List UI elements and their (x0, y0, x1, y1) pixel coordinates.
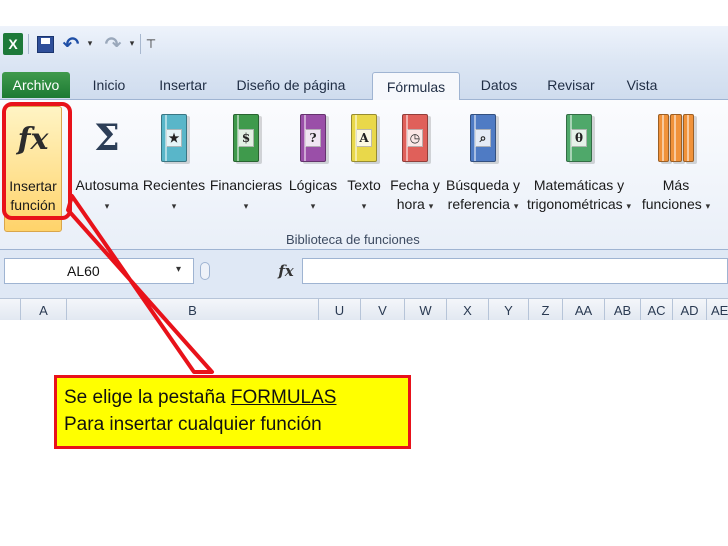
name-box[interactable]: AL60 (4, 258, 194, 284)
name-box-dropdown-icon[interactable]: ▾ (176, 264, 181, 275)
group-label-function-library: Biblioteca de funciones (286, 232, 420, 247)
tab-archivo[interactable]: Archivo (2, 72, 70, 98)
toolbar-separator (28, 34, 29, 54)
autosum-button[interactable]: Σ Autosuma ▾ (74, 106, 140, 236)
ribbon-function-library: fx Insertar función Σ Autosuma ▾ ★ Recient… (0, 100, 728, 250)
text-functions-button[interactable]: A Texto ▾ (342, 106, 386, 236)
column-header[interactable]: A (20, 299, 66, 320)
tab-inicio[interactable]: Inicio (82, 72, 136, 98)
date-time-book-icon: ◷ (397, 110, 433, 166)
column-header[interactable]: AC (640, 299, 672, 320)
column-header[interactable]: X (446, 299, 488, 320)
logical-book-icon: ? (295, 110, 331, 166)
callout-emphasis: FORMULAS (230, 387, 337, 408)
financial-functions-button[interactable]: $ Financieras ▾ (208, 106, 284, 236)
column-header[interactable]: AB (604, 299, 640, 320)
more-functions-button[interactable]: Más funciones ▾ (636, 106, 716, 236)
toolbar-separator (140, 34, 141, 54)
tab-vista[interactable]: Vista (614, 72, 670, 98)
formula-bar: AL60 ▾ fx (0, 250, 728, 290)
logical-functions-button[interactable]: ? Lógicas ▾ (286, 106, 340, 236)
lookup-reference-functions-button[interactable]: ⌕ Búsqueda y referencia ▾ (444, 106, 522, 236)
recent-book-icon: ★ (156, 110, 192, 166)
tab-formulas[interactable]: Fórmulas (372, 72, 460, 100)
column-header[interactable]: W (404, 299, 446, 320)
column-header[interactable]: AD (672, 299, 706, 320)
customize-toolbar-icon[interactable]: ⊤ (144, 32, 158, 56)
undo-arrow-icon[interactable]: ↶ (60, 32, 82, 56)
quick-access-toolbar: X ↶ ▾ ↷ ▾ ⊤ (0, 26, 728, 62)
ribbon-tabs: Archivo Inicio Insertar Diseño de página… (0, 62, 728, 100)
more-functions-books-icon (658, 110, 694, 166)
select-all-corner[interactable] (0, 299, 20, 320)
text-book-icon: A (346, 110, 382, 166)
column-header[interactable]: B (66, 299, 318, 320)
formula-input[interactable] (302, 258, 728, 284)
column-header[interactable]: V (360, 299, 404, 320)
formula-bar-resize-handle[interactable] (200, 262, 210, 280)
lookup-book-icon: ⌕ (465, 110, 501, 166)
column-header[interactable]: U (318, 299, 360, 320)
tab-insertar[interactable]: Insertar (150, 72, 216, 98)
column-headers: A B U V W X Y Z AA AB AC AD AE (0, 298, 728, 320)
math-trig-book-icon: θ (561, 110, 597, 166)
excel-logo-icon[interactable]: X (2, 32, 24, 56)
instruction-callout: Se elige la pestaña FORMULAS Para insert… (54, 375, 411, 449)
tab-datos[interactable]: Datos (470, 72, 528, 98)
save-disk-icon[interactable] (34, 32, 56, 56)
column-header[interactable]: Y (488, 299, 528, 320)
excel-window: X ↶ ▾ ↷ ▾ ⊤ Archivo Inicio Insertar Dise… (0, 26, 728, 320)
insert-function-fx-icon[interactable]: fx (276, 259, 296, 283)
financial-book-icon: $ (228, 110, 264, 166)
column-header[interactable]: AE (706, 299, 728, 320)
tab-revisar[interactable]: Revisar (540, 72, 602, 98)
redo-arrow-icon[interactable]: ↷ (102, 32, 124, 56)
recent-functions-button[interactable]: ★ Recientes ▾ (142, 106, 206, 236)
tab-diseno-de-pagina[interactable]: Diseño de página (226, 72, 356, 98)
undo-dropdown-icon[interactable]: ▾ (84, 32, 96, 56)
sigma-autosum-icon: Σ (94, 117, 120, 159)
math-trig-functions-button[interactable]: θ Matemáticas y trigonométricas ▾ (524, 106, 634, 236)
column-header[interactable]: AA (562, 299, 604, 320)
insert-function-highlight (2, 102, 72, 220)
date-time-functions-button[interactable]: ◷ Fecha y hora ▾ (388, 106, 442, 236)
column-header[interactable]: Z (528, 299, 562, 320)
redo-dropdown-icon[interactable]: ▾ (126, 32, 138, 56)
